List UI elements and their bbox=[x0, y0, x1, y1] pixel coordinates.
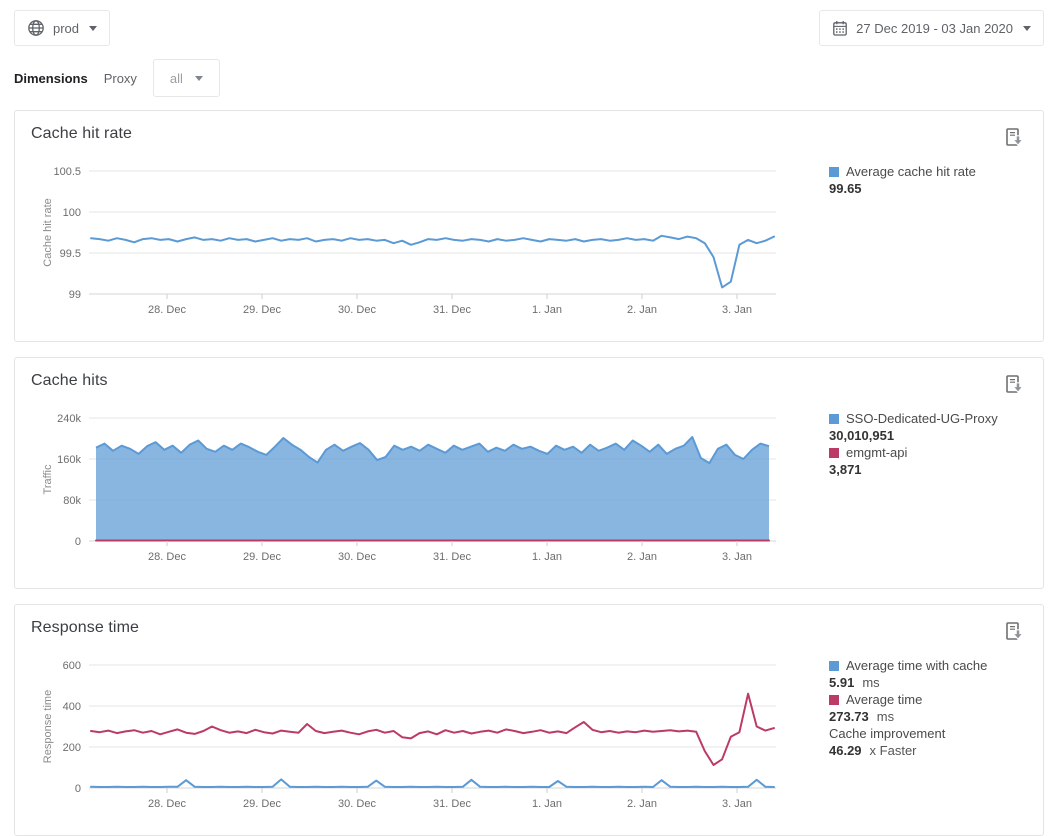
svg-text:30. Dec: 30. Dec bbox=[338, 798, 376, 810]
export-report-button[interactable] bbox=[1004, 127, 1025, 149]
svg-text:200: 200 bbox=[63, 742, 81, 754]
export-report-icon bbox=[1004, 384, 1025, 399]
svg-text:0: 0 bbox=[75, 536, 81, 548]
charts-container: Cache hit rate 99 99.5 100 100.5 Cache hit r… bbox=[14, 110, 1044, 836]
svg-text:28. Dec: 28. Dec bbox=[148, 304, 186, 316]
svg-text:1. Jan: 1. Jan bbox=[532, 798, 562, 810]
legend-item: Average time 273.73ms bbox=[829, 691, 987, 725]
environment-selector[interactable]: prod bbox=[14, 10, 110, 46]
date-range-selector[interactable]: 27 Dec 2019 - 03 Jan 2020 bbox=[819, 10, 1044, 46]
svg-text:99: 99 bbox=[69, 289, 81, 301]
legend-label: Average time with cache bbox=[829, 657, 987, 674]
svg-text:1. Jan: 1. Jan bbox=[532, 304, 562, 316]
svg-text:80k: 80k bbox=[63, 495, 81, 507]
card-title: Response time bbox=[31, 619, 139, 637]
legend-label: Average cache hit rate bbox=[829, 163, 976, 180]
legend-label: SSO-Dedicated-UG-Proxy bbox=[829, 410, 998, 427]
legend-swatch bbox=[829, 414, 839, 424]
svg-text:2. Jan: 2. Jan bbox=[627, 551, 657, 563]
chart-card-cache-hit-rate: Cache hit rate 99 99.5 100 100.5 Cache hit r… bbox=[14, 110, 1044, 342]
legend-value: 5.91ms bbox=[829, 674, 987, 691]
legend-swatch bbox=[829, 167, 839, 177]
chart-cache-hits: 0 80k 160k 240k Traffic 28. Dec 29. Dec 30. Dec… bbox=[31, 406, 791, 576]
legend-item: Cache improvement 46.29x Faster bbox=[829, 725, 987, 759]
top-toolbar: prod 27 Dec 2019 - 03 Jan 2020 bbox=[0, 0, 1058, 46]
svg-text:240k: 240k bbox=[57, 413, 81, 425]
legend-swatch bbox=[829, 695, 839, 705]
legend-value: 30,010,951 bbox=[829, 427, 998, 444]
chart-card-cache-hits: Cache hits 0 80k 160k 240k Traffic 28. Dec 29.… bbox=[14, 357, 1044, 589]
svg-text:2. Jan: 2. Jan bbox=[627, 304, 657, 316]
svg-text:31. Dec: 31. Dec bbox=[433, 551, 471, 563]
card-title: Cache hit rate bbox=[31, 125, 132, 143]
svg-text:30. Dec: 30. Dec bbox=[338, 551, 376, 563]
chevron-down-icon bbox=[89, 26, 97, 31]
globe-icon bbox=[27, 19, 45, 37]
svg-text:29. Dec: 29. Dec bbox=[243, 551, 281, 563]
legend-value: 46.29x Faster bbox=[829, 742, 987, 759]
legend-item: SSO-Dedicated-UG-Proxy 30,010,951 bbox=[829, 410, 998, 444]
export-report-button[interactable] bbox=[1004, 621, 1025, 643]
legend-response-time: Average time with cache 5.91ms Average t… bbox=[829, 653, 987, 759]
calendar-icon bbox=[832, 20, 848, 37]
legend-value: 3,871 bbox=[829, 461, 998, 478]
svg-text:28. Dec: 28. Dec bbox=[148, 551, 186, 563]
chart-card-response-time: Response time 0 200 400 600 Response time 28.… bbox=[14, 604, 1044, 836]
legend-item: emgmt-api 3,871 bbox=[829, 444, 998, 478]
svg-text:99.5: 99.5 bbox=[60, 248, 81, 260]
svg-text:400: 400 bbox=[63, 701, 81, 713]
date-range-label: 27 Dec 2019 - 03 Jan 2020 bbox=[856, 21, 1013, 36]
legend-item: Average cache hit rate 99.65 bbox=[829, 163, 976, 197]
card-title: Cache hits bbox=[31, 372, 108, 390]
svg-text:Response time: Response time bbox=[42, 690, 54, 763]
legend-label: Cache improvement bbox=[829, 725, 987, 742]
svg-text:28. Dec: 28. Dec bbox=[148, 798, 186, 810]
svg-text:31. Dec: 31. Dec bbox=[433, 304, 471, 316]
svg-text:3. Jan: 3. Jan bbox=[722, 304, 752, 316]
svg-text:2. Jan: 2. Jan bbox=[627, 798, 657, 810]
svg-text:600: 600 bbox=[63, 660, 81, 672]
legend-label: Average time bbox=[829, 691, 987, 708]
svg-text:31. Dec: 31. Dec bbox=[433, 798, 471, 810]
export-report-icon bbox=[1004, 137, 1025, 152]
proxy-filter-value: all bbox=[170, 71, 183, 86]
proxy-filter-dropdown[interactable]: all bbox=[153, 59, 220, 97]
svg-text:Cache hit rate: Cache hit rate bbox=[42, 198, 54, 266]
environment-label: prod bbox=[53, 21, 79, 36]
chevron-down-icon bbox=[195, 76, 203, 81]
chevron-down-icon bbox=[1023, 26, 1031, 31]
chart-response-time: 0 200 400 600 Response time 28. Dec 29. Dec 30.… bbox=[31, 653, 791, 823]
legend-cache-hit-rate: Average cache hit rate 99.65 bbox=[829, 159, 976, 197]
svg-text:30. Dec: 30. Dec bbox=[338, 304, 376, 316]
svg-text:29. Dec: 29. Dec bbox=[243, 304, 281, 316]
svg-text:1. Jan: 1. Jan bbox=[532, 551, 562, 563]
dimensions-label: Dimensions bbox=[14, 71, 88, 86]
svg-text:0: 0 bbox=[75, 783, 81, 795]
svg-text:3. Jan: 3. Jan bbox=[722, 551, 752, 563]
legend-swatch bbox=[829, 661, 839, 671]
svg-text:3. Jan: 3. Jan bbox=[722, 798, 752, 810]
svg-text:100.5: 100.5 bbox=[53, 166, 81, 178]
legend-cache-hits: SSO-Dedicated-UG-Proxy 30,010,951 emgmt-… bbox=[829, 406, 998, 478]
svg-text:Traffic: Traffic bbox=[42, 464, 54, 494]
dimension-proxy-label: Proxy bbox=[104, 71, 137, 86]
svg-text:160k: 160k bbox=[57, 454, 81, 466]
export-report-button[interactable] bbox=[1004, 374, 1025, 396]
dimensions-bar: Dimensions Proxy all bbox=[14, 59, 1044, 97]
legend-value: 273.73ms bbox=[829, 708, 987, 725]
export-report-icon bbox=[1004, 631, 1025, 646]
legend-value: 99.65 bbox=[829, 180, 976, 197]
chart-cache-hit-rate: 99 99.5 100 100.5 Cache hit rate 28. Dec 29. D… bbox=[31, 159, 791, 329]
legend-item: Average time with cache 5.91ms bbox=[829, 657, 987, 691]
legend-label: emgmt-api bbox=[829, 444, 998, 461]
legend-swatch bbox=[829, 448, 839, 458]
svg-text:100: 100 bbox=[63, 207, 81, 219]
svg-text:29. Dec: 29. Dec bbox=[243, 798, 281, 810]
